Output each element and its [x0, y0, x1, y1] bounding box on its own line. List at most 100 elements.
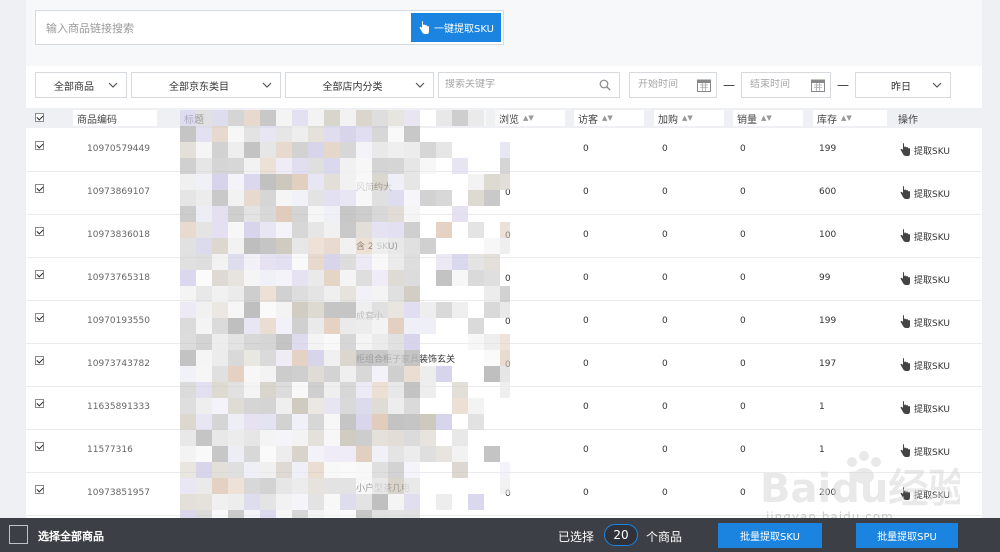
visitors-value: 0: [583, 273, 589, 283]
sales-value: 0: [740, 359, 746, 369]
hand-pointer-icon: [900, 315, 910, 328]
sort-icon: ▲▼: [523, 113, 534, 122]
extract-sku-label: 提取SKU: [914, 404, 950, 415]
hand-pointer-icon: [900, 143, 910, 156]
keyword-search-box: [438, 72, 620, 98]
sort-icon: ▲▼: [841, 113, 852, 122]
pixelated-redaction: [180, 110, 510, 552]
visitors-value: 0: [583, 445, 589, 455]
chevron-down-icon: [932, 82, 942, 88]
period-value: 昨日: [891, 81, 911, 93]
chevron-down-icon: [262, 82, 272, 88]
visitors-value: 0: [583, 144, 589, 154]
cart-value: 0: [662, 230, 668, 240]
start-date-field[interactable]: [629, 72, 717, 98]
right-gutter: [982, 0, 1000, 552]
cart-value: 0: [662, 359, 668, 369]
cart-value: 0: [662, 273, 668, 283]
keyword-search-input[interactable]: [445, 79, 585, 90]
period-select[interactable]: 昨日: [855, 72, 951, 98]
header-sales-label: 销量: [737, 114, 757, 126]
hand-pointer-icon: [419, 20, 430, 34]
extract-sku-label: 提取SKU: [914, 146, 950, 157]
product-code: 10973743782: [87, 359, 150, 369]
extract-sku-link[interactable]: 提取SKU: [899, 272, 950, 286]
jd-category-select[interactable]: 全部京东类目: [131, 72, 281, 98]
product-code: 10970193550: [87, 316, 150, 326]
hand-pointer-icon: [900, 229, 910, 242]
product-code: 10973869107: [87, 187, 150, 197]
extract-sku-link[interactable]: 提取SKU: [899, 229, 950, 243]
row-checkbox[interactable]: [35, 270, 44, 279]
sales-value: 0: [740, 316, 746, 326]
stock-value: 197: [819, 359, 837, 369]
visitors-value: 0: [583, 230, 589, 240]
batch-extract-sku-button[interactable]: 批量提取SKU: [718, 523, 822, 548]
header-sales[interactable]: 销量 ▲▼: [733, 110, 803, 126]
sales-value: 0: [740, 187, 746, 197]
sales-value: 0: [740, 230, 746, 240]
row-checkbox[interactable]: [35, 141, 44, 150]
store-category-select[interactable]: 全部店内分类: [285, 72, 434, 98]
batch-extract-spu-button[interactable]: 批量提取SPU: [856, 523, 958, 548]
row-checkbox[interactable]: [35, 227, 44, 236]
row-checkbox[interactable]: [35, 442, 44, 451]
url-search-input[interactable]: [46, 20, 406, 36]
product-code: 10970579449: [87, 144, 150, 154]
extract-sku-label: 提取SKU: [914, 318, 950, 329]
store-category-value: 全部店内分类: [322, 81, 383, 93]
cart-value: 0: [662, 488, 668, 498]
extract-sku-link[interactable]: 提取SKU: [899, 401, 950, 415]
extract-sku-link[interactable]: 提取SKU: [899, 315, 950, 329]
extract-sku-label: 提取SKU: [914, 361, 950, 372]
extract-sku-link[interactable]: 提取SKU: [899, 186, 950, 200]
footer-select-all-label[interactable]: 选择全部商品: [38, 528, 104, 544]
row-checkbox[interactable]: [35, 313, 44, 322]
calendar-icon[interactable]: [696, 77, 712, 93]
search-icon[interactable]: [599, 79, 611, 91]
hand-pointer-icon: [900, 401, 910, 414]
select-all-checkbox[interactable]: [35, 113, 44, 122]
chevron-down-icon: [415, 82, 425, 88]
date-separator: —: [723, 78, 735, 92]
hand-pointer-icon: [900, 272, 910, 285]
cart-value: 0: [662, 402, 668, 412]
header-code-label: 商品编码: [77, 114, 117, 126]
header-stock[interactable]: 库存 ▲▼: [813, 110, 887, 126]
extract-sku-label: 提取SKU: [914, 232, 950, 243]
url-search-box: 一键提取SKU: [35, 10, 504, 45]
row-checkbox[interactable]: [35, 485, 44, 494]
extract-sku-label: 提取SKU: [914, 189, 950, 200]
sort-icon: ▲▼: [682, 113, 693, 122]
end-date-input[interactable]: [750, 79, 806, 90]
one-click-extract-label: 一键提取SKU: [434, 24, 494, 35]
footer-bar: [0, 518, 1000, 552]
selected-suffix: 个商品: [646, 530, 683, 544]
selected-count-badge: 20: [604, 524, 638, 546]
one-click-extract-button[interactable]: 一键提取SKU: [411, 13, 501, 42]
row-checkbox[interactable]: [35, 399, 44, 408]
calendar-icon[interactable]: [810, 77, 826, 93]
sales-value: 0: [740, 273, 746, 283]
row-checkbox[interactable]: [35, 356, 44, 365]
cart-value: 0: [662, 144, 668, 154]
visitors-value: 0: [583, 488, 589, 498]
extract-sku-link[interactable]: 提取SKU: [899, 143, 950, 157]
header-action: 操作: [898, 115, 918, 126]
product-scope-select[interactable]: 全部商品: [35, 72, 127, 98]
row-checkbox[interactable]: [35, 184, 44, 193]
header-cart[interactable]: 加购 ▲▼: [654, 110, 724, 126]
header-visitors[interactable]: 访客 ▲▼: [574, 110, 644, 126]
end-date-field[interactable]: [741, 72, 831, 98]
visitors-value: 0: [583, 316, 589, 326]
start-date-input[interactable]: [638, 79, 694, 90]
sales-value: 0: [740, 144, 746, 154]
sales-value: 0: [740, 445, 746, 455]
footer-select-all-checkbox[interactable]: [9, 525, 28, 544]
stock-value: 100: [819, 230, 837, 240]
left-gutter: [0, 0, 26, 552]
header-code: 商品编码: [73, 110, 157, 126]
stock-value: 600: [819, 187, 837, 197]
product-code: 10973765318: [87, 273, 150, 283]
extract-sku-link[interactable]: 提取SKU: [899, 358, 950, 372]
